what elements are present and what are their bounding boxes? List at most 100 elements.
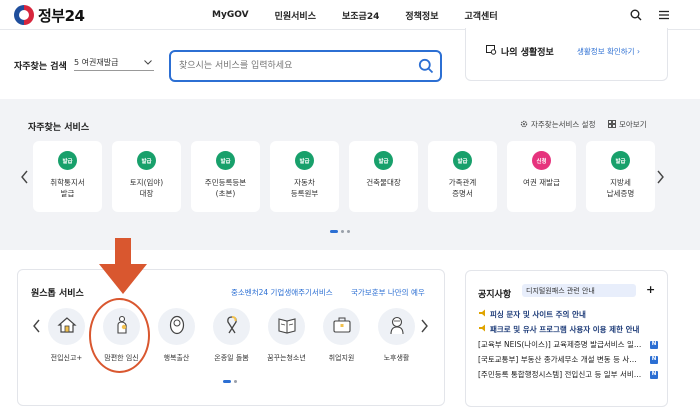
annotation-highlight-ellipse — [89, 298, 150, 373]
frequent-settings-button[interactable]: 자주찾는서비스 설정 — [520, 119, 595, 130]
life-info-icon — [486, 45, 497, 58]
view-all-button[interactable]: 모아보기 — [608, 119, 647, 130]
frequent-search-value: 5 여권재발급 — [74, 58, 119, 67]
top-header: 정부24 MyGOV 민원서비스 보조금24 정책정보 고객센터 — [0, 0, 700, 30]
frequent-services-section: 자주찾는 서비스 자주찾는서비스 설정 모아보기 발급 취학통지서 발급 발급 토지… — [0, 99, 700, 250]
onestop-item[interactable]: 노후생활 — [378, 308, 415, 362]
nav-civil-service[interactable]: 민원서비스 — [275, 9, 316, 22]
life-info-link-text: 생활정보 확인하기 — [577, 47, 635, 56]
carousel-prev-icon[interactable] — [20, 170, 30, 184]
search-icon[interactable] — [630, 9, 642, 21]
onestop-title: 원스톱 서비스 — [31, 289, 84, 299]
pagination-dot[interactable] — [347, 230, 350, 233]
onestop-item[interactable]: 전입신고+ — [48, 308, 85, 362]
book-icon — [277, 316, 297, 337]
onestop-next-icon[interactable] — [419, 319, 429, 333]
new-badge: N — [650, 340, 658, 349]
notice-text: 피싱 문자 및 사이트 주의 안내 — [490, 310, 586, 319]
menu-icon[interactable] — [658, 9, 670, 21]
pagination-dot[interactable] — [330, 230, 338, 233]
search-box — [169, 50, 442, 82]
frequent-search-select[interactable]: 5 여권재발급 — [74, 55, 154, 71]
life-info-link[interactable]: 생활정보 확인하기 › — [577, 46, 640, 57]
main-nav: MyGOV 민원서비스 보조금24 정책정보 고객센터 — [212, 0, 524, 30]
service-card[interactable]: 발급가족관계 증명서 — [428, 141, 497, 212]
card-label: 토지(임야) 대장 — [129, 178, 164, 198]
card-label: 지방세 납세증명 — [606, 178, 635, 198]
frequent-search-label: 자주찾는 검색 — [14, 62, 67, 72]
card-label: 여권 재발급 — [523, 178, 560, 187]
service-card[interactable]: 발급건축물대장 — [349, 141, 418, 212]
megaphone-icon — [478, 322, 487, 337]
notice-highlight-chip[interactable]: 디지털원패스 관련 안내 — [522, 284, 636, 297]
service-card[interactable]: 신청 여권 재발급 — [507, 141, 576, 212]
card-badge: 발급 — [374, 151, 393, 170]
onestop-item[interactable]: 온종일 돌봄 — [213, 308, 250, 362]
nav-subsidy24[interactable]: 보조금24 — [342, 9, 379, 22]
service-card[interactable]: 발급지방세 납세증명 — [586, 141, 655, 212]
notice-text: [국토교통부] 부동산 종가세무소 개설 변동 등 사… — [478, 355, 637, 364]
search-input[interactable] — [179, 59, 409, 73]
notices-list: 피싱 문자 및 사이트 주의 안내 패크로 및 유사 프로그램 사용자 이용 제… — [478, 307, 658, 382]
notices-more-icon[interactable]: + — [646, 283, 655, 296]
onestop-label: 노후생활 — [383, 354, 410, 362]
new-badge: N — [650, 355, 658, 364]
logo-text: 정부24 — [38, 6, 85, 25]
notice-text: [교육부 NEIS(나이스)] 교육제증명 발급서비스 일… — [478, 340, 642, 349]
onestop-item[interactable]: 행복출산 — [158, 308, 195, 362]
onestop-item[interactable]: 취업지원 — [323, 308, 360, 362]
elder-icon — [388, 315, 406, 338]
chevron-right-icon: › — [636, 47, 640, 56]
carousel-next-icon[interactable] — [655, 170, 665, 184]
megaphone-icon — [478, 307, 487, 322]
onestop-prev-icon[interactable] — [32, 319, 42, 333]
onestop-label: 행복출산 — [163, 354, 190, 362]
search-submit-icon[interactable] — [418, 58, 434, 74]
onestop-link-smes[interactable]: 중소벤처24 기업생애주기서비스 — [231, 287, 333, 298]
frequent-services-title: 자주찾는 서비스 — [28, 123, 90, 133]
house-icon — [56, 316, 77, 337]
onestop-pagination — [223, 380, 237, 383]
card-label: 가족관계 증명서 — [448, 178, 477, 198]
pagination-dot[interactable] — [234, 380, 237, 383]
life-info-card: 나의 생활정보 생활정보 확인하기 › — [465, 28, 668, 81]
card-label: 주민등록등본 (초본) — [204, 178, 247, 198]
card-label: 취학통지서 발급 — [50, 178, 85, 198]
card-badge: 발급 — [453, 151, 472, 170]
nav-customer-center[interactable]: 고객센터 — [465, 9, 498, 22]
site-logo[interactable]: 정부24 — [14, 5, 85, 25]
onestop-label: 꿈꾸는청소년 — [267, 354, 306, 362]
nav-mygov[interactable]: MyGOV — [212, 10, 249, 20]
onestop-services-card: 원스톱 서비스 중소벤처24 기업생애주기서비스 국가보훈부 나만의 예우 전입… — [17, 269, 445, 406]
card-badge: 발급 — [58, 151, 77, 170]
view-all-label: 모아보기 — [619, 120, 647, 129]
card-badge: 발급 — [295, 151, 314, 170]
onestop-label: 온종일 돌봄 — [214, 354, 249, 362]
card-badge: 발급 — [216, 151, 235, 170]
notice-item[interactable]: [국토교통부] 부동산 종가세무소 개설 변동 등 사… N — [478, 352, 658, 367]
notice-item[interactable]: 피싱 문자 및 사이트 주의 안내 — [478, 307, 658, 322]
card-label: 자동차 등록원부 — [290, 178, 319, 198]
chevron-down-icon — [144, 58, 152, 67]
notice-item[interactable]: [주민등록 통합행정시스템] 전입신고 등 일부 서비… N — [478, 367, 658, 382]
service-card[interactable]: 발급취학통지서 발급 — [33, 141, 102, 212]
pagination-dot[interactable] — [223, 380, 231, 383]
baby-icon — [168, 315, 186, 338]
onestop-link-veterans[interactable]: 국가보훈부 나만의 예우 — [351, 287, 425, 298]
new-badge: N — [650, 370, 658, 379]
notice-item[interactable]: 패크로 및 유사 프로그램 사용자 이용 제한 안내 — [478, 322, 658, 337]
notice-text: [주민등록 통합행정시스템] 전입신고 등 일부 서비… — [478, 370, 642, 379]
nav-policy-info[interactable]: 정책정보 — [405, 9, 438, 22]
briefcase-icon — [332, 316, 352, 337]
card-badge: 발급 — [611, 151, 630, 170]
onestop-item[interactable]: 꿈꾸는청소년 — [267, 308, 306, 362]
service-card[interactable]: 발급자동차 등록원부 — [270, 141, 339, 212]
card-label: 건축물대장 — [366, 178, 401, 187]
notices-title: 공지사항 — [478, 290, 512, 300]
pagination-dot[interactable] — [341, 230, 344, 233]
ribbon-icon — [223, 315, 241, 338]
notice-item[interactable]: [교육부 NEIS(나이스)] 교육제증명 발급서비스 일… N — [478, 337, 658, 352]
service-card[interactable]: 발급 토지(임야) 대장 — [112, 141, 181, 212]
service-card[interactable]: 발급주민등록등본 (초본) — [191, 141, 260, 212]
carousel-pagination — [330, 230, 350, 233]
